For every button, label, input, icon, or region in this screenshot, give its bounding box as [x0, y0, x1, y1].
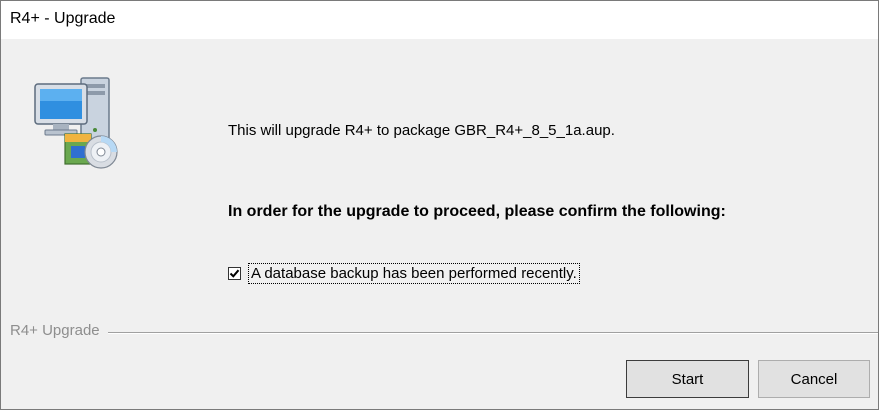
title-bar[interactable]: R4+ - Upgrade: [1, 1, 878, 39]
group-label: R4+ Upgrade: [10, 322, 108, 339]
backup-confirm-checkbox[interactable]: [228, 266, 241, 280]
backup-confirm-row[interactable]: A database backup has been performed rec…: [228, 261, 580, 285]
start-button[interactable]: Start: [626, 360, 749, 398]
group-divider: [10, 332, 878, 334]
window-title: R4+ - Upgrade: [10, 10, 116, 27]
computer-with-installer-disc-icon: [25, 76, 121, 172]
upgrade-info-text: This will upgrade R4+ to package GBR_R4+…: [228, 122, 615, 139]
backup-confirm-label[interactable]: A database backup has been performed rec…: [248, 262, 580, 284]
cancel-button[interactable]: Cancel: [758, 360, 870, 398]
checkmark-icon: [229, 269, 240, 278]
upgrade-dialog: R4+ - Upgrade This will upgrade R4+ to p…: [0, 0, 879, 410]
confirm-heading: In order for the upgrade to proceed, ple…: [228, 203, 726, 220]
